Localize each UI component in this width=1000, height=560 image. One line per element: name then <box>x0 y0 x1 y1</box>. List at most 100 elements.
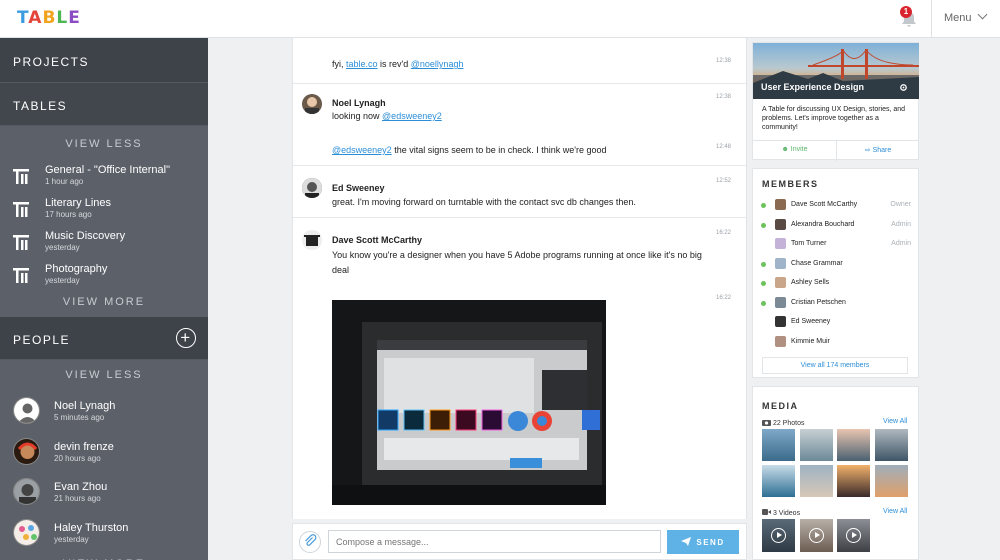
message-author[interactable]: Ed Sweeney <box>332 183 385 193</box>
media-card: MEDIA 22 Photos View All 3 Videos View A… <box>752 386 919 560</box>
sidebar-section-projects[interactable]: PROJECTS <box>0 38 208 83</box>
photo-thumbnail[interactable] <box>874 429 908 461</box>
tables-view-more[interactable]: VIEW MORE <box>0 290 208 314</box>
member-item[interactable]: Kimmie Muir <box>761 334 911 352</box>
send-button[interactable]: SEND <box>667 530 739 554</box>
member-role: Owner <box>890 201 911 208</box>
text-fragment: is rev'd <box>377 59 411 69</box>
photos-view-all-link[interactable]: View All <box>883 418 907 425</box>
member-name: Tom Turner <box>791 240 827 247</box>
avatar <box>13 518 40 546</box>
online-status-dot <box>761 281 766 286</box>
sidebar-table-item[interactable]: Music Discovery yesterday <box>0 227 208 260</box>
video-thumbnail[interactable] <box>762 519 795 552</box>
send-plane-icon <box>681 537 692 546</box>
message-time: 16:22 <box>715 295 731 301</box>
message-link[interactable]: table.co <box>346 59 378 69</box>
camera-icon <box>762 420 771 426</box>
table-item-time: yesterday <box>45 276 80 285</box>
mention-link[interactable]: @edsweeney2 <box>332 145 392 155</box>
sidebar-person-item[interactable]: Haley Thurston yesterday <box>0 514 208 555</box>
sidebar-section-tables[interactable]: TABLES <box>0 83 208 126</box>
person-name: Noel Lynagh <box>54 400 116 412</box>
member-item[interactable]: Ashley Sells <box>761 275 911 293</box>
share-button[interactable]: ⇨ Share <box>836 141 919 161</box>
member-item[interactable]: Tom Turner Admin <box>761 236 911 254</box>
message-photo[interactable] <box>332 300 606 505</box>
photo-thumbnail[interactable] <box>799 429 833 461</box>
notification-count-badge: 1 <box>900 6 912 18</box>
message-input[interactable] <box>328 530 661 553</box>
tables-view-less[interactable]: VIEW LESS <box>0 132 208 156</box>
media-header: MEDIA <box>762 401 799 411</box>
photo-thumbnail[interactable] <box>874 465 908 497</box>
mention-link[interactable]: @noellynagh <box>411 59 464 69</box>
topbar-divider <box>931 0 932 38</box>
online-status-dot <box>761 222 766 228</box>
photo-thumbnail[interactable] <box>762 429 795 461</box>
video-thumbnail[interactable] <box>837 519 870 552</box>
table-actions: ☻︎ Invite ⇨ Share <box>753 140 919 161</box>
videos-view-all-link[interactable]: View All <box>883 508 907 515</box>
avatar[interactable] <box>302 230 322 250</box>
invite-label: Invite <box>790 146 808 153</box>
member-name: Ed Sweeney <box>791 318 831 325</box>
people-view-less[interactable]: VIEW LESS <box>0 363 208 387</box>
sidebar-table-item[interactable]: Photography yesterday <box>0 260 208 293</box>
play-icon <box>809 528 824 543</box>
sidebar-table-item[interactable]: General - "Office Internal" 1 hour ago <box>0 161 208 194</box>
logo-letter: L <box>56 8 69 28</box>
text-fragment: fyi, <box>332 59 347 69</box>
photo-thumbnail[interactable] <box>837 465 870 497</box>
photo-thumbnail[interactable] <box>762 465 795 497</box>
member-item[interactable]: Cristian Petschen <box>761 295 911 313</box>
message-text: You know you're a designer when you have… <box>332 250 702 275</box>
notifications-bell-icon[interactable]: 1 <box>897 6 921 32</box>
table-logo-icon <box>13 268 29 283</box>
sidebar-section-people[interactable]: PEOPLE + <box>0 317 208 360</box>
mention-link[interactable]: @edsweeney2 <box>382 111 442 121</box>
member-item[interactable]: Ed Sweeney <box>761 314 911 332</box>
menu-dropdown[interactable]: Menu <box>944 9 987 24</box>
sidebar: PROJECTS TABLES VIEW LESS General - "Off… <box>0 38 208 560</box>
message-time: 16:22 <box>715 230 731 236</box>
message-author[interactable]: Dave Scott McCarthy <box>332 235 422 245</box>
member-item[interactable]: Dave Scott McCarthy Owner <box>761 197 911 215</box>
share-label: Share <box>872 147 892 154</box>
photo-thumbnail[interactable] <box>837 429 870 461</box>
menu-label: Menu <box>944 12 972 24</box>
add-person-icon[interactable]: + <box>176 328 196 348</box>
table-item-name: Music Discovery <box>45 230 126 242</box>
table-logo[interactable]: TABLE <box>17 8 81 28</box>
sidebar-person-item[interactable]: Noel Lynagh 5 minutes ago <box>0 392 208 433</box>
invite-button[interactable]: ☻︎ Invite <box>753 146 836 153</box>
message-text: looking now @edsweeney2 <box>332 109 702 124</box>
top-bar: TABLE 1 Menu <box>0 0 1000 38</box>
sidebar-person-item[interactable]: Evan Zhou 21 hours ago <box>0 473 208 514</box>
photos-row: 22 Photos View All <box>762 418 912 427</box>
video-thumbnail[interactable] <box>800 519 833 552</box>
avatar[interactable] <box>302 94 322 114</box>
avatar <box>775 277 786 288</box>
message-author[interactable]: Noel Lynagh <box>332 98 386 108</box>
avatar[interactable] <box>302 178 322 198</box>
person-last-seen: 21 hours ago <box>54 494 101 503</box>
online-status-dot <box>761 261 766 267</box>
sidebar-table-item[interactable]: Literary Lines 17 hours ago <box>0 194 208 227</box>
gear-icon[interactable] <box>899 83 908 92</box>
attach-paperclip-icon[interactable] <box>299 531 321 553</box>
photos-count: 22 Photos <box>772 420 805 427</box>
member-item[interactable]: Alexandra Bouchard Admin <box>761 217 911 235</box>
table-cover-image: User Experience Design <box>753 43 919 99</box>
share-icon: ⇨ <box>864 147 873 154</box>
logo-letter: A <box>28 8 43 28</box>
table-title: User Experience Design <box>761 82 865 92</box>
member-item[interactable]: Chase Grammar <box>761 256 911 274</box>
send-label: SEND <box>696 538 725 547</box>
view-all-members-link[interactable]: View all 174 members <box>762 357 908 374</box>
person-name: Haley Thurston <box>54 521 129 534</box>
photo-thumbnail[interactable] <box>799 465 833 497</box>
sidebar-person-item[interactable]: devin frenze 20 hours ago <box>0 433 208 474</box>
avatar <box>13 478 40 505</box>
table-item-name: General - "Office Internal" <box>45 164 170 176</box>
